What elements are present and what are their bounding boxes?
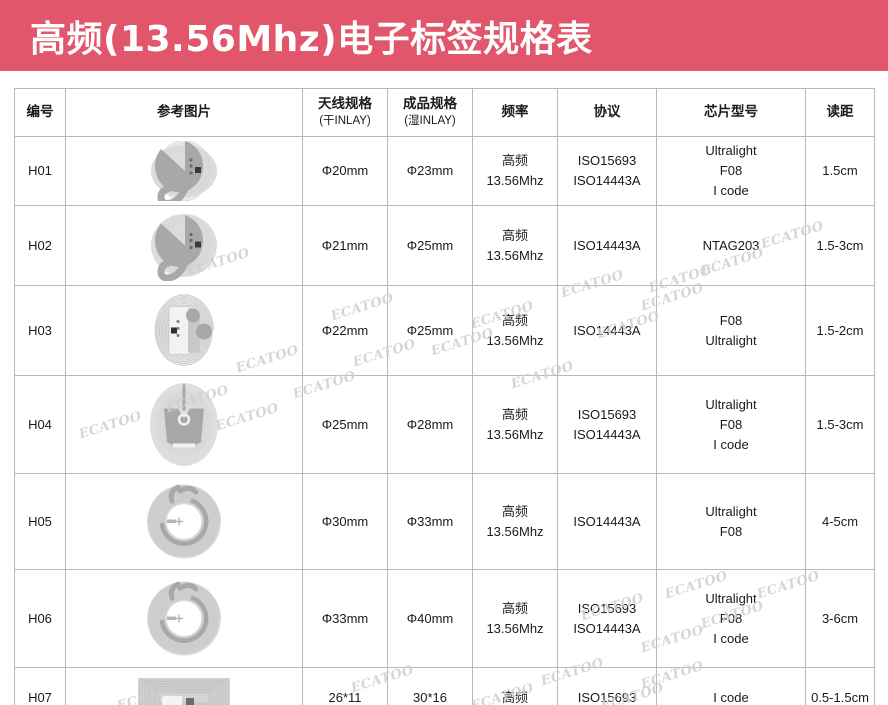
- cell-protocol: ISO15693 ISO14443A: [557, 135, 657, 207]
- cell-id: H04: [14, 375, 66, 475]
- cell-id: H06: [14, 569, 66, 669]
- table-head: 编号 参考图片 天线规格 (干INLAY) 成品规格 (湿INLAY) 频率 协…: [14, 88, 875, 137]
- cell-protocol: ISO14443A: [557, 285, 657, 377]
- cell-protocol: ISO14443A: [557, 205, 657, 287]
- cell-reference-image: [65, 135, 303, 207]
- page-banner: 高频(13.56Mhz)电子标签规格表: [0, 0, 888, 71]
- rfid-inlay-circle-disc-icon: [70, 210, 298, 282]
- cell-finished-spec: 30*16: [387, 667, 473, 705]
- table-header-row: 编号 参考图片 天线规格 (干INLAY) 成品规格 (湿INLAY) 频率 协…: [14, 88, 875, 137]
- cell-reference-image: [65, 205, 303, 287]
- cell-finished-spec: Φ33mm: [387, 473, 473, 571]
- cell-finished-spec: Φ28mm: [387, 375, 473, 475]
- cell-antenna-spec: Φ33mm: [302, 569, 388, 669]
- rfid-inlay-ring-coil-icon: [70, 478, 298, 565]
- header-label: 参考图片: [157, 104, 211, 120]
- cell-id: H03: [14, 285, 66, 377]
- rfid-inlay-ring-coil-icon: [70, 574, 298, 663]
- cell-frequency: 高频 13.56Mhz: [472, 135, 558, 207]
- rfid-inlay-rectangle-coil-icon: [70, 672, 298, 705]
- cell-frequency: 高频 13.56Mhz: [472, 285, 558, 377]
- header-cell-read-range: 读距: [805, 88, 875, 137]
- cell-read-range: 1.5-3cm: [805, 375, 875, 475]
- cell-reference-image: [65, 569, 303, 669]
- table-body: H01 Φ20mm Φ23mm 高频 13.56Mhz ISO15693 ISO144…: [14, 135, 875, 705]
- cell-reference-image: [65, 473, 303, 571]
- cell-frequency: 高频 13.56Mhz: [472, 473, 558, 571]
- header-label: 读距: [826, 104, 854, 120]
- header-label: 编号: [26, 104, 54, 120]
- cell-reference-image: [65, 667, 303, 705]
- header-label: 芯片型号: [704, 104, 758, 120]
- header-cell-image: 参考图片: [65, 88, 303, 137]
- cell-chip-model: I code: [656, 667, 806, 705]
- header-cell-finished: 成品规格 (湿INLAY): [387, 88, 473, 137]
- cell-chip-model: NTAG203: [656, 205, 806, 287]
- spec-table-wrapper: 编号 参考图片 天线规格 (干INLAY) 成品规格 (湿INLAY) 频率 协…: [14, 88, 875, 705]
- cell-read-range: 1.5cm: [805, 135, 875, 207]
- header-label: 成品规格: [403, 96, 457, 112]
- page-title: 高频(13.56Mhz)电子标签规格表: [30, 18, 593, 60]
- cell-chip-model: Ultralight F08 I code: [656, 135, 806, 207]
- table-row: H04 Φ25mm Φ28mm 高频 13.56Mhz ISO15693 ISO144…: [14, 375, 875, 475]
- cell-read-range: 1.5-3cm: [805, 205, 875, 287]
- cell-frequency: 高频 13.56Mhz: [472, 569, 558, 669]
- table-row: H01 Φ20mm Φ23mm 高频 13.56Mhz ISO15693 ISO144…: [14, 135, 875, 207]
- cell-antenna-spec: Φ30mm: [302, 473, 388, 571]
- header-sublabel: (干INLAY): [319, 115, 371, 128]
- table-row: H07 26*11 30*16 高频 ISO15693 I code 0.5-1.5cm: [14, 667, 875, 705]
- header-cell-frequency: 频率: [472, 88, 558, 137]
- spec-sheet-page: 高频(13.56Mhz)电子标签规格表 编号 参考图片 天线规格 (干INLAY…: [0, 0, 888, 705]
- cell-frequency: 高频: [472, 667, 558, 705]
- header-cell-chip: 芯片型号: [656, 88, 806, 137]
- cell-finished-spec: Φ25mm: [387, 205, 473, 287]
- cell-reference-image: [65, 285, 303, 377]
- cell-protocol: ISO14443A: [557, 473, 657, 571]
- cell-protocol: ISO15693 ISO14443A: [557, 375, 657, 475]
- cell-id: H05: [14, 473, 66, 571]
- table-row: H05 Φ30mm Φ33mm 高频 13.56Mhz ISO14443A Ultral…: [14, 473, 875, 571]
- cell-id: H01: [14, 135, 66, 207]
- table-row: H06 Φ33mm Φ40mm 高频 13.56Mhz ISO15693 ISO144…: [14, 569, 875, 669]
- cell-antenna-spec: Φ25mm: [302, 375, 388, 475]
- cell-antenna-spec: Φ20mm: [302, 135, 388, 207]
- cell-chip-model: Ultralight F08: [656, 473, 806, 571]
- rfid-inlay-tulip-coil-icon: [70, 380, 298, 469]
- cell-finished-spec: Φ40mm: [387, 569, 473, 669]
- cell-chip-model: Ultralight F08 I code: [656, 569, 806, 669]
- cell-read-range: 1.5-2cm: [805, 285, 875, 377]
- header-cell-protocol: 协议: [557, 88, 657, 137]
- cell-antenna-spec: Φ21mm: [302, 205, 388, 287]
- cell-frequency: 高频 13.56Mhz: [472, 375, 558, 475]
- header-label: 天线规格: [318, 96, 372, 112]
- cell-antenna-spec: Φ22mm: [302, 285, 388, 377]
- header-label: 协议: [593, 104, 621, 120]
- header-cell-id: 编号: [14, 88, 66, 137]
- cell-protocol: ISO15693: [557, 667, 657, 705]
- cell-read-range: 3-6cm: [805, 569, 875, 669]
- cell-reference-image: [65, 375, 303, 475]
- cell-finished-spec: Φ23mm: [387, 135, 473, 207]
- header-label: 频率: [501, 104, 529, 120]
- table-row: H02 Φ21mm Φ25mm 高频 13.56Mhz ISO14443A NTAG20…: [14, 205, 875, 287]
- header-sublabel: (湿INLAY): [404, 115, 456, 128]
- header-cell-antenna: 天线规格 (干INLAY): [302, 88, 388, 137]
- cell-chip-model: F08 Ultralight: [656, 285, 806, 377]
- cell-chip-model: Ultralight F08 I code: [656, 375, 806, 475]
- cell-id: H07: [14, 667, 66, 705]
- cell-antenna-spec: 26*11: [302, 667, 388, 705]
- cell-read-range: 4-5cm: [805, 473, 875, 571]
- cell-finished-spec: Φ25mm: [387, 285, 473, 377]
- cell-frequency: 高频 13.56Mhz: [472, 205, 558, 287]
- banner-gap: [0, 71, 888, 87]
- rfid-inlay-circle-disc-icon: [70, 141, 298, 202]
- cell-id: H02: [14, 205, 66, 287]
- cell-protocol: ISO15693 ISO14443A: [557, 569, 657, 669]
- rfid-inlay-spiral-coil-icon: [70, 290, 298, 371]
- cell-read-range: 0.5-1.5cm: [805, 667, 875, 705]
- spec-table: 编号 参考图片 天线规格 (干INLAY) 成品规格 (湿INLAY) 频率 协…: [14, 88, 875, 705]
- table-row: H03 Φ22mm Φ25mm 高频 13.56Mhz ISO14443A F08 Ul…: [14, 285, 875, 377]
